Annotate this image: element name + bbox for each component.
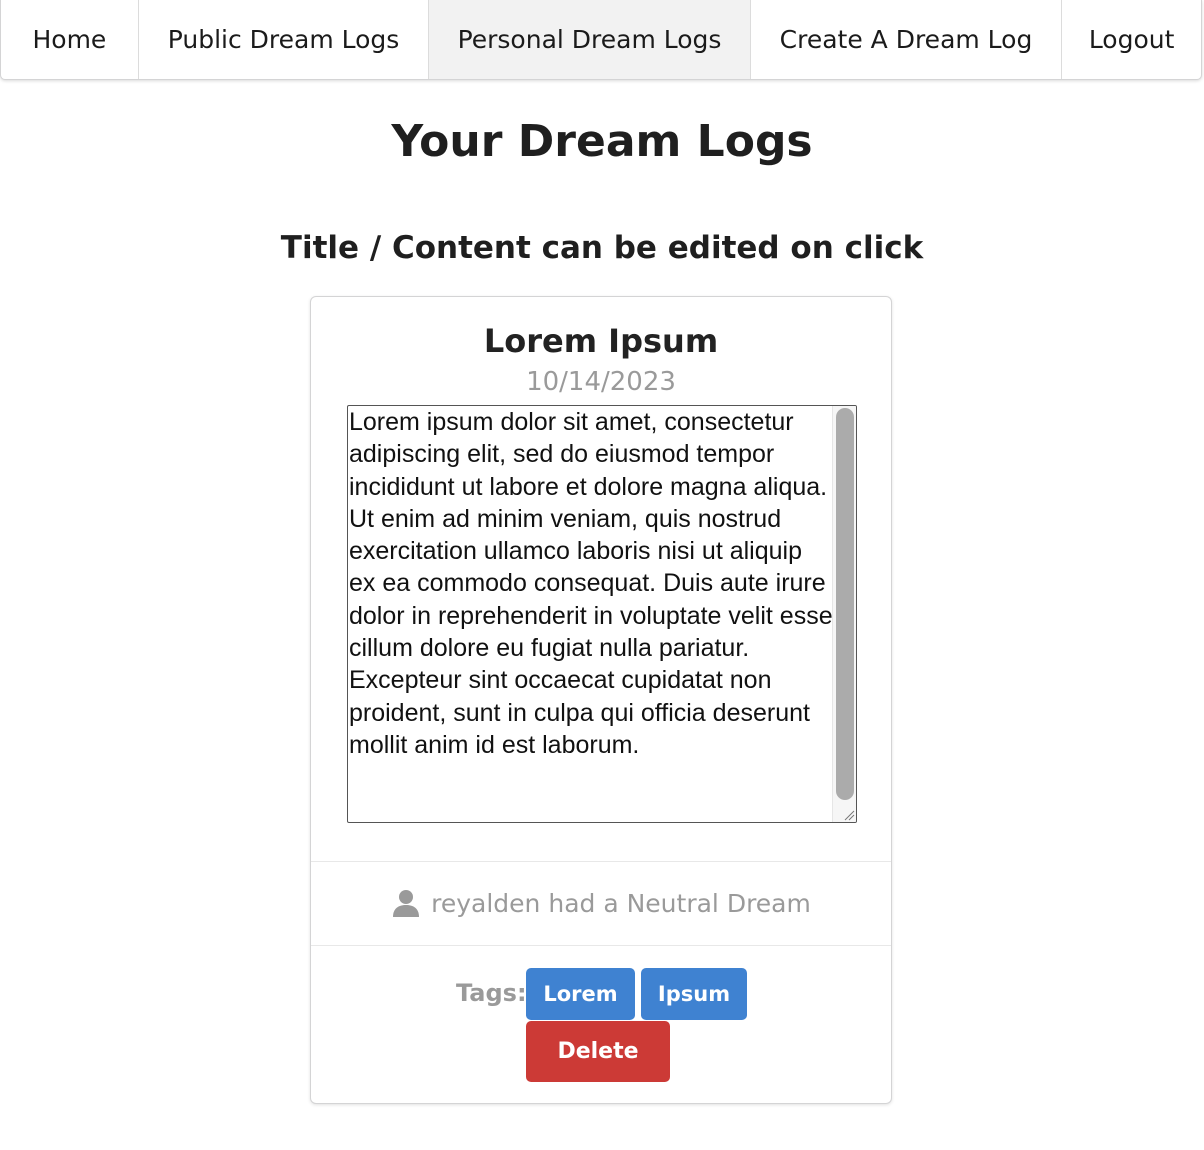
dream-log-date: 10/14/2023 [526,367,676,397]
user-icon [393,890,420,917]
dream-content-text[interactable]: Lorem ipsum dolor sit amet, consectetur … [349,406,835,761]
resize-handle-icon[interactable] [843,809,855,821]
card-divider [311,861,891,862]
dream-content-textarea[interactable]: Lorem ipsum dolor sit amet, consectetur … [347,405,857,823]
delete-button[interactable]: Delete [526,1021,670,1082]
dream-author-line: reyalden had a Neutral Dream [311,883,891,923]
tag-button-lorem[interactable]: Lorem [526,968,635,1020]
dream-log-title[interactable]: Lorem Ipsum [311,317,891,365]
nav-item-create-dream-log[interactable]: Create A Dream Log [751,0,1063,79]
nav-item-home[interactable]: Home [1,0,139,79]
content-scrollbar[interactable] [832,406,856,822]
page-title: Your Dream Logs [391,116,813,167]
content-scrollbar-thumb[interactable] [836,408,854,800]
author-text: reyalden had a Neutral Dream [431,888,811,918]
page-subtitle: Title / Content can be edited on click [280,230,924,266]
card-divider [311,945,891,946]
dream-log-card: Lorem Ipsum 10/14/2023 Lorem ipsum dolor… [310,296,892,1104]
tag-button-ipsum[interactable]: Ipsum [641,968,747,1020]
top-nav-menu: Home Public Dream Logs Personal Dream Lo… [0,0,1202,80]
tags-label: Tags: [456,979,527,1007]
nav-item-personal-dream-logs[interactable]: Personal Dream Logs [429,0,751,79]
nav-item-logout[interactable]: Logout [1062,0,1201,79]
nav-item-public-dream-logs[interactable]: Public Dream Logs [139,0,430,79]
tags-row: Tags: Lorem Ipsum [311,968,891,1020]
